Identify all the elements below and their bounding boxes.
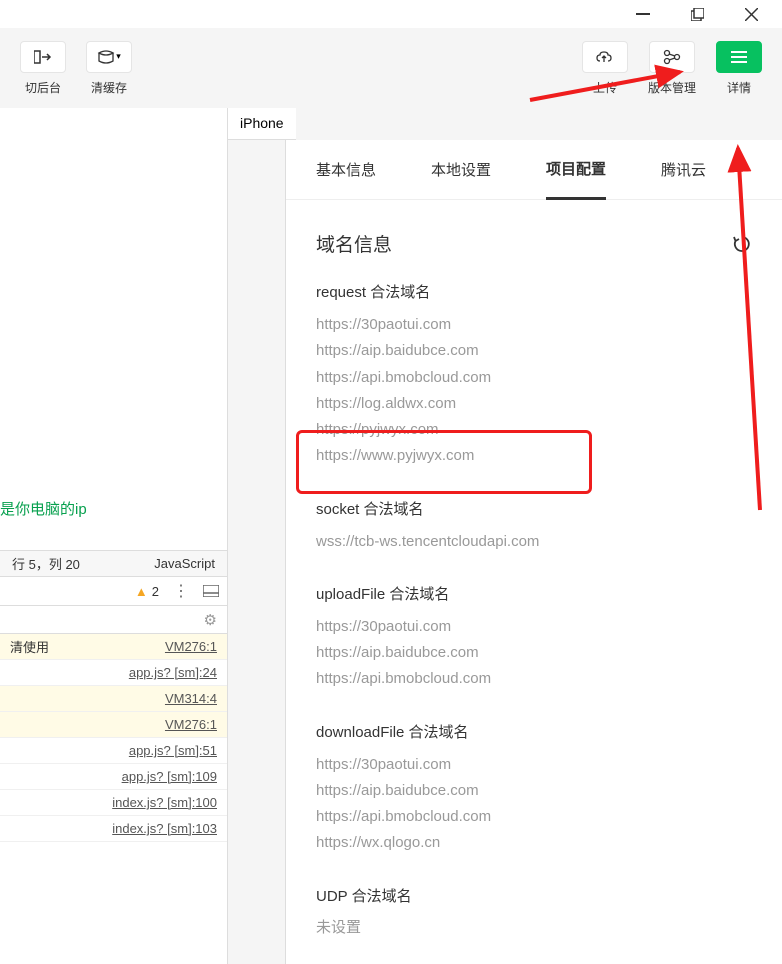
status-bar: 行 5，列 20 JavaScript [0, 550, 227, 576]
console-output: 清使用VM276:1app.js? [sm]:24VM314:4VM276:1a… [0, 634, 227, 964]
domain-url: wss://tcb-ws.tencentcloudapi.com [316, 529, 752, 555]
group-title: request 合法域名 [316, 281, 752, 302]
gear-icon[interactable]: ⚙ [204, 611, 217, 629]
cut-background-button[interactable] [20, 41, 66, 73]
domain-url: https://api.bmobcloud.com [316, 365, 752, 391]
cut-background-label: 切后台 [25, 79, 61, 96]
editor-panel: iPhone 是你电脑的ip 行 5，列 20 JavaScript ▲2 ⋮ … [0, 108, 228, 964]
tab-2[interactable]: 项目配置 [546, 140, 606, 200]
domain-url: https://www.pyjwyx.com [316, 443, 752, 469]
unset-text: 未设置 [316, 916, 752, 937]
more-icon[interactable]: ⋮ [173, 581, 189, 601]
domain-url: https://api.bmobcloud.com [316, 804, 752, 830]
toolbar: 切后台 ▾ 清缓存 上传 版本管理 详情 [0, 28, 782, 108]
console-header: ▲2 ⋮ [0, 576, 227, 606]
refresh-icon[interactable] [732, 234, 752, 254]
detail-label: 详情 [727, 79, 751, 96]
console-row[interactable]: VM276:1 [0, 712, 227, 738]
domain-url: https://30paotui.com [316, 312, 752, 338]
tab-1[interactable]: 本地设置 [431, 141, 491, 198]
version-button[interactable] [649, 41, 695, 73]
group-title: UDP 合法域名 [316, 885, 752, 906]
group-title: downloadFile 合法域名 [316, 721, 752, 742]
upload-button[interactable] [582, 41, 628, 73]
group-title: socket 合法域名 [316, 498, 752, 519]
console-row[interactable]: app.js? [sm]:24 [0, 660, 227, 686]
panel-tabs: 基本信息本地设置项目配置 腾讯云 [286, 140, 782, 200]
version-label: 版本管理 [648, 79, 696, 96]
domain-url: https://aip.baidubce.com [316, 640, 752, 666]
console-row[interactable]: index.js? [sm]:100 [0, 790, 227, 816]
console-row[interactable]: index.js? [sm]:103 [0, 816, 227, 842]
domain-url: https://log.aldwx.com [316, 391, 752, 417]
group-title: uploadFile 合法域名 [316, 583, 752, 604]
panel-icon[interactable] [203, 585, 219, 597]
minimize-button[interactable] [636, 7, 650, 21]
console-row[interactable]: app.js? [sm]:109 [0, 764, 227, 790]
console-row[interactable]: VM314:4 [0, 686, 227, 712]
domain-url: https://api.bmobcloud.com [316, 666, 752, 692]
maximize-button[interactable] [690, 7, 704, 21]
window-titlebar [0, 0, 782, 28]
language-mode[interactable]: JavaScript [154, 556, 215, 571]
tab-0[interactable]: 基本信息 [316, 141, 376, 198]
console-row[interactable]: 清使用VM276:1 [0, 634, 227, 660]
detail-button[interactable] [716, 41, 762, 73]
upload-label: 上传 [593, 79, 617, 96]
device-selector[interactable]: iPhone [228, 108, 296, 140]
clear-cache-button[interactable]: ▾ [86, 41, 132, 73]
detail-panel: 基本信息本地设置项目配置 腾讯云 域名信息 request 合法域名 https:/… [285, 140, 782, 964]
ip-hint-text: 是你电脑的ip [0, 498, 87, 519]
close-button[interactable] [744, 7, 758, 21]
warning-badge[interactable]: ▲2 [135, 584, 159, 599]
cursor-position: 行 5，列 20 [12, 554, 80, 573]
domain-url: https://pyjwyx.com [316, 417, 752, 443]
domain-url: https://30paotui.com [316, 752, 752, 778]
clear-cache-label: 清缓存 [91, 79, 127, 96]
console-row[interactable]: app.js? [sm]:51 [0, 738, 227, 764]
tab-3[interactable]: 腾讯云 [661, 141, 706, 198]
domain-url: https://wx.qlogo.cn [316, 830, 752, 856]
domain-url: https://aip.baidubce.com [316, 338, 752, 364]
section-title: 域名信息 [316, 230, 392, 257]
domain-url: https://aip.baidubce.com [316, 778, 752, 804]
domain-url: https://30paotui.com [316, 614, 752, 640]
